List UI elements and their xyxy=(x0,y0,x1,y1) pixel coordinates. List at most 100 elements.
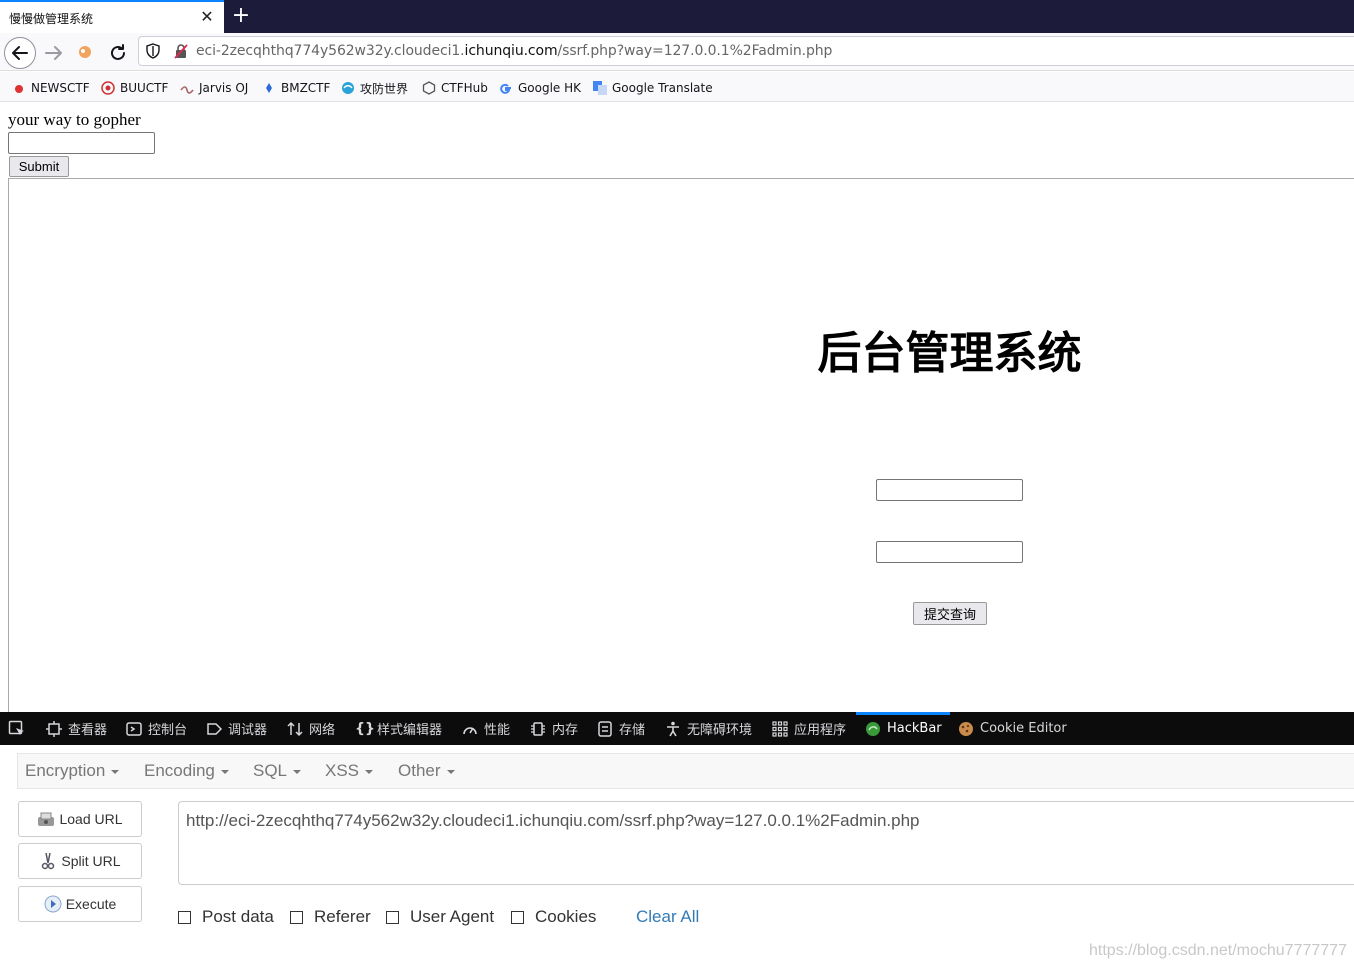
tab-strip: 慢慢做管理系统 ✕ + xyxy=(0,0,1354,33)
bookmark-label: BMZCTF xyxy=(281,81,331,95)
google-icon xyxy=(499,81,513,95)
checkbox-box[interactable] xyxy=(511,910,524,924)
checkbox-box[interactable] xyxy=(290,910,303,924)
tab-title: 慢慢做管理系统 xyxy=(9,12,94,26)
bookmark-google-translate[interactable]: Google Translate xyxy=(593,79,713,97)
user-agent-checkbox[interactable]: User Agent xyxy=(386,907,494,927)
tab-hackbar[interactable]: HackBar xyxy=(865,712,942,745)
page-heading: your way to gopher xyxy=(8,110,141,129)
menu-encryption[interactable]: Encryption xyxy=(25,761,120,781)
tab-inspector[interactable]: 查看器 xyxy=(46,712,107,745)
element-picker-icon xyxy=(8,720,24,735)
tab-application[interactable]: 应用程序 xyxy=(772,712,846,745)
checkbox-box[interactable] xyxy=(178,910,191,924)
caret-down-icon xyxy=(220,769,229,774)
bookmark-bmzctf[interactable]: BMZCTF xyxy=(262,79,330,97)
tab-accessibility[interactable]: 无障碍环境 xyxy=(665,712,752,745)
load-url-button[interactable]: Load URL xyxy=(18,801,142,837)
application-icon xyxy=(772,720,788,737)
tracking-shield-icon[interactable] xyxy=(145,43,161,59)
button-label: Split URL xyxy=(61,853,121,869)
menu-xss[interactable]: XSS xyxy=(325,761,374,781)
post-data-checkbox[interactable]: Post data xyxy=(178,907,274,927)
submit-button[interactable]: Submit xyxy=(9,156,69,177)
tab-label: 控制台 xyxy=(148,723,188,738)
button-label: Execute xyxy=(65,896,117,912)
url-bar[interactable]: eci-2zecqhthq774y562w32y.cloudeci1.ichun… xyxy=(138,36,1354,66)
split-url-button[interactable]: Split URL xyxy=(18,843,142,879)
execute-button[interactable]: Execute xyxy=(18,886,142,922)
new-tab-icon[interactable]: + xyxy=(231,4,251,28)
gopher-input[interactable] xyxy=(8,132,155,154)
checkbox-label: User Agent xyxy=(410,907,495,926)
tab-debugger[interactable]: 调试器 xyxy=(206,712,267,745)
tab-performance[interactable]: 性能 xyxy=(462,712,510,745)
debugger-icon xyxy=(207,722,222,735)
devtools-toolbar: 查看器 控制台 调试器 网络 {} 样式编辑器 性能 内存 存储 无障碍环境 应… xyxy=(0,712,1354,745)
tab-label: 样式编辑器 xyxy=(377,723,443,738)
scissors-icon xyxy=(42,852,55,870)
tab-storage[interactable]: 存储 xyxy=(597,712,645,745)
bookmark-label: BUUCTF xyxy=(120,81,169,95)
url-text[interactable]: eci-2zecqhthq774y562w32y.cloudeci1.ichun… xyxy=(196,43,832,59)
navigation-toolbar: eci-2zecqhthq774y562w32y.cloudeci1.ichun… xyxy=(0,33,1354,71)
back-button[interactable] xyxy=(4,37,36,69)
buuctf-icon xyxy=(101,81,115,95)
bookmark-buuctf[interactable]: BUUCTF xyxy=(101,79,168,97)
checkbox-box[interactable] xyxy=(386,910,399,924)
caret-down-icon xyxy=(365,769,374,774)
bookmark-jarvis[interactable]: Jarvis OJ xyxy=(180,79,248,97)
embedded-frame xyxy=(8,178,1354,713)
memory-icon xyxy=(531,721,545,736)
username-field[interactable] xyxy=(876,479,1023,501)
extension-icon[interactable] xyxy=(76,42,94,60)
bookmark-gongfang[interactable]: 攻防世界 xyxy=(341,79,408,97)
play-icon xyxy=(44,895,62,913)
browser-tab[interactable]: 慢慢做管理系统 ✕ xyxy=(0,0,224,33)
checkbox-label: Referer xyxy=(314,907,371,926)
hackbar-url-textarea[interactable]: http://eci-2zecqhthq774y562w32y.cloudeci… xyxy=(178,801,1354,885)
insecure-lock-icon[interactable] xyxy=(173,43,189,59)
clear-all-link[interactable]: Clear All xyxy=(636,907,699,927)
bookmark-label: 攻防世界 xyxy=(360,81,409,96)
referer-checkbox[interactable]: Referer xyxy=(290,907,371,927)
tab-memory[interactable]: 内存 xyxy=(530,712,578,745)
jarvis-icon xyxy=(180,81,194,95)
tab-console[interactable]: 控制台 xyxy=(126,712,187,745)
bookmarks-toolbar: NEWSCTF BUUCTF Jarvis OJ BMZCTF 攻防世界 CTF… xyxy=(0,72,1354,102)
reload-button[interactable] xyxy=(106,41,130,65)
element-picker-button[interactable] xyxy=(8,712,26,745)
caret-down-icon xyxy=(446,769,455,774)
bookmark-label: Google HK xyxy=(518,81,582,95)
forward-button[interactable] xyxy=(42,41,66,65)
menu-other[interactable]: Other xyxy=(398,761,455,781)
ctfhub-icon xyxy=(422,81,436,95)
password-field[interactable] xyxy=(876,541,1023,563)
bookmark-label: Google Translate xyxy=(612,81,713,95)
back-arrow-icon xyxy=(12,46,28,60)
inspector-icon xyxy=(46,720,62,737)
bookmark-google-hk[interactable]: Google HK xyxy=(499,79,581,97)
bookmark-newsctf[interactable]: NEWSCTF xyxy=(12,79,90,97)
close-tab-icon[interactable]: ✕ xyxy=(199,8,215,26)
menu-encoding[interactable]: Encoding xyxy=(144,761,229,781)
tab-cookie-editor[interactable]: Cookie Editor xyxy=(958,712,1067,745)
menu-sql[interactable]: SQL xyxy=(253,761,302,781)
menu-label: Encryption xyxy=(25,761,106,780)
style-editor-icon: {} xyxy=(355,720,375,737)
tab-network[interactable]: 网络 xyxy=(287,712,335,745)
bmzctf-icon xyxy=(262,81,276,95)
tab-label: HackBar xyxy=(887,721,942,736)
hackbar-icon xyxy=(866,721,880,736)
accessibility-icon xyxy=(667,721,679,736)
network-icon xyxy=(287,721,303,736)
checkbox-label: Post data xyxy=(202,907,274,926)
active-tab-indicator xyxy=(856,712,950,715)
bookmark-label: CTFHub xyxy=(441,81,488,95)
admin-title: 后台管理系统 xyxy=(817,328,1082,379)
bookmark-ctfhub[interactable]: CTFHub xyxy=(422,79,488,97)
admin-submit-button[interactable]: 提交查询 xyxy=(913,602,987,625)
tab-style-editor[interactable]: {} 样式编辑器 xyxy=(355,712,442,745)
cookies-checkbox[interactable]: Cookies xyxy=(511,907,596,927)
load-url-icon xyxy=(38,812,55,826)
